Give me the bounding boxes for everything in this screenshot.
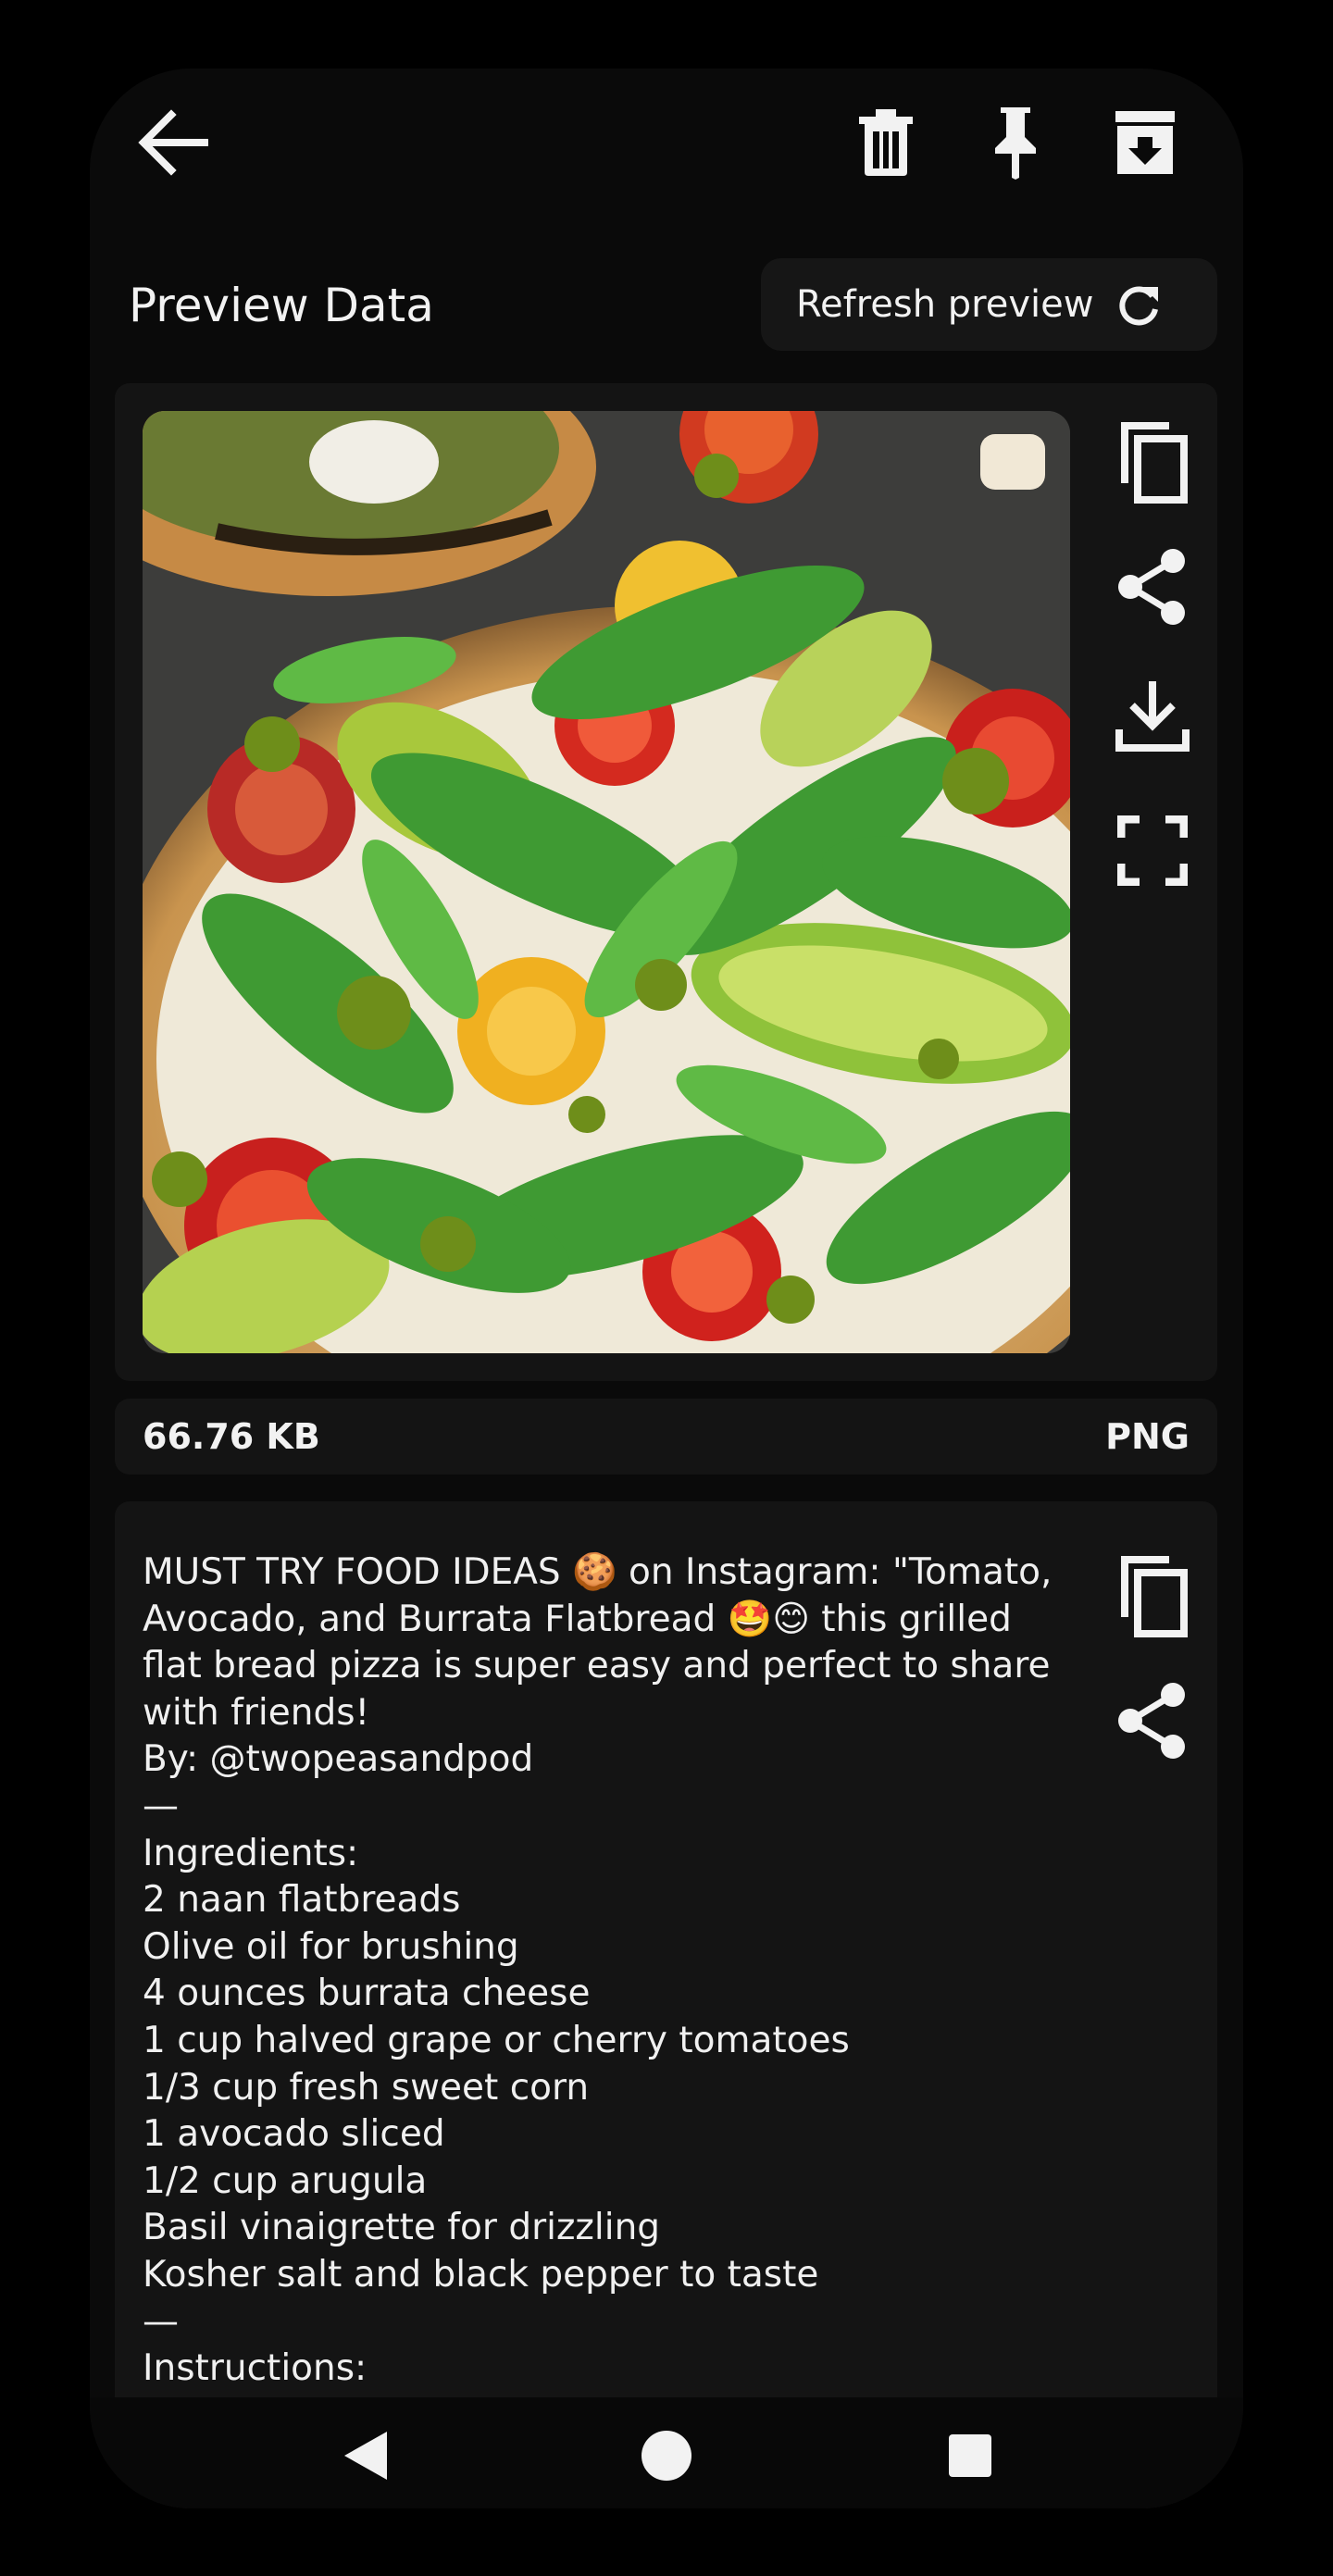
nav-recents-icon — [949, 2434, 991, 2477]
copy-image-button[interactable] — [1101, 411, 1204, 513]
preview-image[interactable] — [143, 411, 1070, 1353]
top-app-bar — [90, 68, 1243, 226]
file-format: PNG — [1105, 1416, 1190, 1457]
nav-home-button[interactable] — [620, 2416, 713, 2495]
nav-back-button[interactable] — [319, 2416, 412, 2495]
pin-button[interactable] — [978, 101, 1053, 184]
delete-button[interactable] — [849, 101, 923, 184]
archive-icon — [1115, 111, 1175, 174]
back-button[interactable] — [127, 106, 219, 180]
phone-screen: Preview Data Refresh preview 66.76 KB PN… — [90, 68, 1243, 2508]
pin-icon — [995, 107, 1036, 180]
refresh-icon — [1119, 286, 1159, 326]
share-icon — [1118, 1683, 1185, 1759]
nav-home-icon — [642, 2431, 691, 2481]
share-icon — [1118, 549, 1185, 625]
image-preview-card — [115, 383, 1217, 1381]
copy-icon — [1121, 422, 1188, 504]
share-image-button[interactable] — [1101, 541, 1204, 633]
preview-header: Preview Data Refresh preview — [90, 258, 1243, 360]
copy-text-button[interactable] — [1101, 1549, 1204, 1642]
arrow-left-icon — [138, 109, 208, 176]
share-text-button[interactable] — [1101, 1674, 1204, 1767]
text-preview-card: MUST TRY FOOD IDEAS 🍪 on Instagram: "Tom… — [115, 1501, 1217, 2508]
description-text[interactable]: MUST TRY FOOD IDEAS 🍪 on Instagram: "Tom… — [143, 1549, 1068, 2393]
file-size: 66.76 KB — [143, 1416, 320, 1457]
refresh-preview-label: Refresh preview — [796, 283, 1094, 326]
download-image-button[interactable] — [1101, 670, 1204, 763]
trash-icon — [859, 109, 913, 176]
system-nav-bar — [90, 2397, 1243, 2508]
refresh-preview-button[interactable]: Refresh preview — [761, 258, 1217, 351]
pizza-image — [143, 411, 1070, 1353]
file-meta-bar: 66.76 KB PNG — [115, 1399, 1217, 1475]
copy-icon — [1121, 1556, 1188, 1637]
fullscreen-icon — [1117, 815, 1188, 886]
preview-title: Preview Data — [129, 279, 434, 332]
archive-button[interactable] — [1103, 101, 1187, 184]
fullscreen-button[interactable] — [1101, 800, 1204, 902]
download-icon — [1115, 681, 1190, 752]
nav-recents-button[interactable] — [924, 2416, 1016, 2495]
nav-back-icon — [344, 2432, 387, 2480]
